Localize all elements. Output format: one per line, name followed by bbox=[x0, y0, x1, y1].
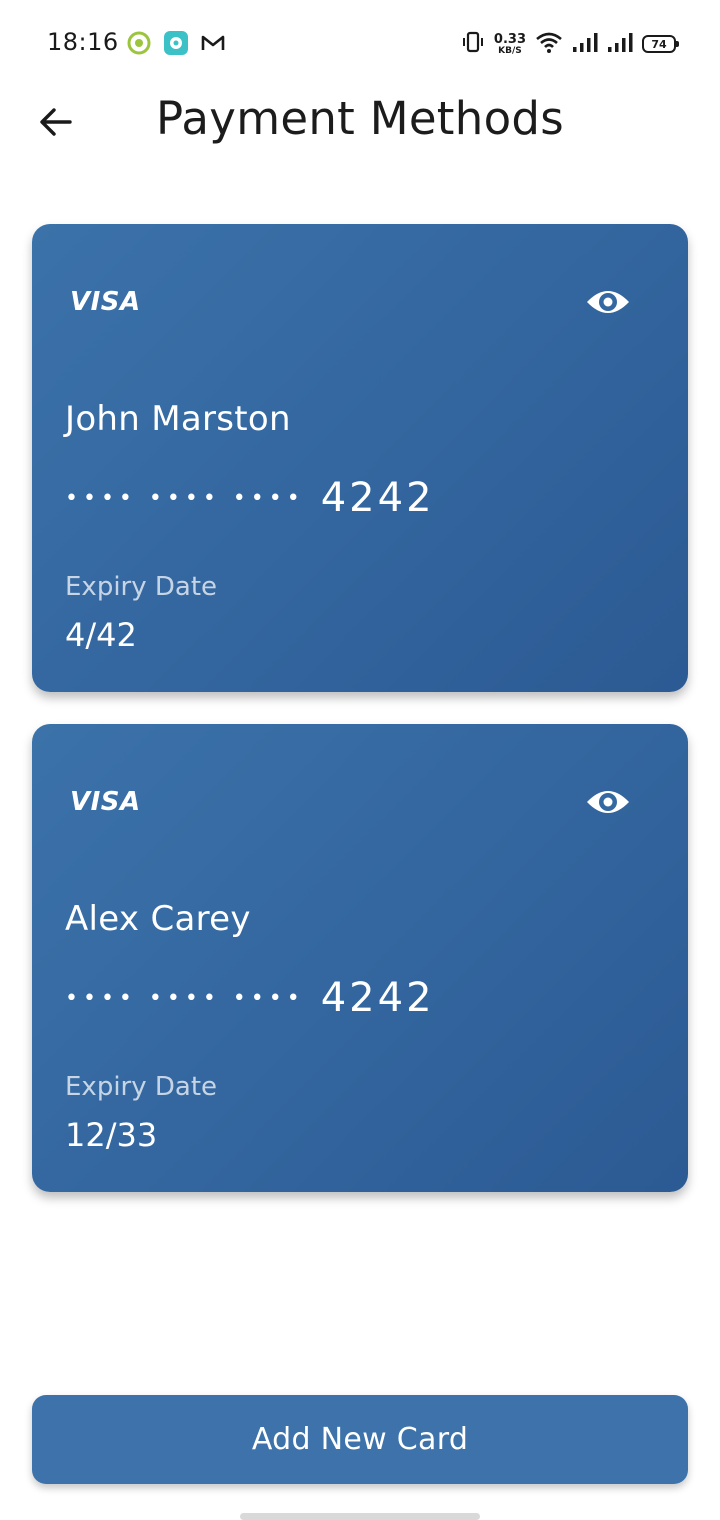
notification-icons bbox=[126, 30, 226, 56]
eye-icon[interactable] bbox=[584, 784, 632, 820]
status-bar: 18:16 0.33 KB/S 74 bbox=[0, 0, 720, 88]
gmail-icon bbox=[200, 30, 226, 56]
card-number: •••• •••• •••• 4242 bbox=[65, 474, 435, 522]
eye-icon[interactable] bbox=[584, 284, 632, 320]
signal-icon bbox=[572, 31, 598, 57]
expiry-value: 4/42 bbox=[65, 616, 137, 654]
expiry-label: Expiry Date bbox=[65, 1072, 218, 1102]
battery-icon: 74 bbox=[642, 35, 679, 53]
net-speed-value: 0.33 bbox=[493, 31, 526, 47]
card-number-last4: 4242 bbox=[320, 475, 435, 521]
wifi-icon bbox=[535, 30, 563, 58]
card-brand-logo: VISA bbox=[70, 787, 141, 817]
card-holder-name: Alex Carey bbox=[65, 899, 251, 939]
card-number-last4: 4242 bbox=[320, 975, 435, 1021]
page-title: Payment Methods bbox=[155, 92, 565, 145]
card-brand-logo: VISA bbox=[70, 287, 141, 317]
payment-card[interactable]: VISA Alex Carey •••• •••• •••• 4242 Expi… bbox=[32, 724, 688, 1192]
signal-icon bbox=[607, 31, 633, 57]
vibrate-icon bbox=[461, 30, 485, 58]
payment-card[interactable]: VISA John Marston •••• •••• •••• 4242 Ex… bbox=[32, 224, 688, 692]
expiry-label: Expiry Date bbox=[65, 572, 218, 602]
app-bar: Payment Methods bbox=[0, 88, 720, 158]
card-number-masked: •••• •••• •••• bbox=[65, 985, 305, 1011]
expiry-value: 12/33 bbox=[65, 1116, 158, 1154]
card-number: •••• •••• •••• 4242 bbox=[65, 974, 435, 1022]
location-ring-icon bbox=[126, 30, 152, 56]
net-speed: 0.33 KB/S bbox=[494, 33, 526, 56]
net-speed-unit: KB/S bbox=[498, 45, 522, 56]
status-time: 18:16 bbox=[47, 28, 119, 56]
system-status-icons: 0.33 KB/S 74 bbox=[461, 30, 679, 58]
chat-app-icon bbox=[163, 30, 189, 56]
home-indicator[interactable] bbox=[240, 1513, 480, 1520]
add-new-card-button[interactable]: Add New Card bbox=[32, 1395, 688, 1484]
card-holder-name: John Marston bbox=[65, 399, 291, 439]
card-number-masked: •••• •••• •••• bbox=[65, 485, 305, 511]
